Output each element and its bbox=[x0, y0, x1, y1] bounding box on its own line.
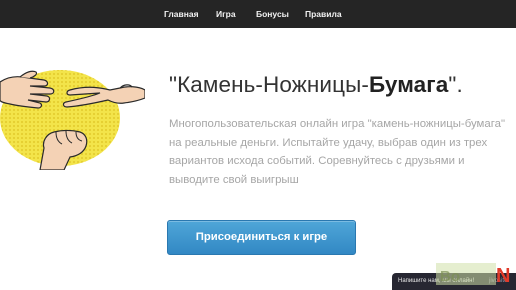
title-bold-word: Бумага bbox=[368, 72, 449, 97]
top-navbar: Главная Игра Бонусы Правила bbox=[0, 0, 516, 28]
title-prefix: "Камень-Ножницы- bbox=[169, 72, 369, 97]
chat-brand: jivosite bbox=[489, 278, 508, 284]
join-game-button[interactable]: Присоединиться к игре bbox=[167, 220, 356, 255]
nav-item-game[interactable]: Игра bbox=[216, 0, 236, 28]
rock-paper-scissors-hands-illustration bbox=[0, 70, 145, 170]
title-suffix: ". bbox=[448, 72, 463, 97]
nav-item-bonuses[interactable]: Бонусы bbox=[256, 0, 289, 28]
nav-item-rules[interactable]: Правила bbox=[305, 0, 342, 28]
game-description: Многопользовательская онлайн игра "камен… bbox=[169, 118, 505, 186]
page-title: "Камень-Ножницы-Бумага". bbox=[169, 72, 463, 98]
nav-item-home[interactable]: Главная bbox=[164, 0, 199, 28]
rock-hand-icon bbox=[39, 129, 88, 170]
chat-label: Напишите нам, мы онлайн! bbox=[398, 278, 475, 284]
live-chat-widget[interactable]: Напишите нам, мы онлайн! jivosite bbox=[392, 273, 516, 290]
